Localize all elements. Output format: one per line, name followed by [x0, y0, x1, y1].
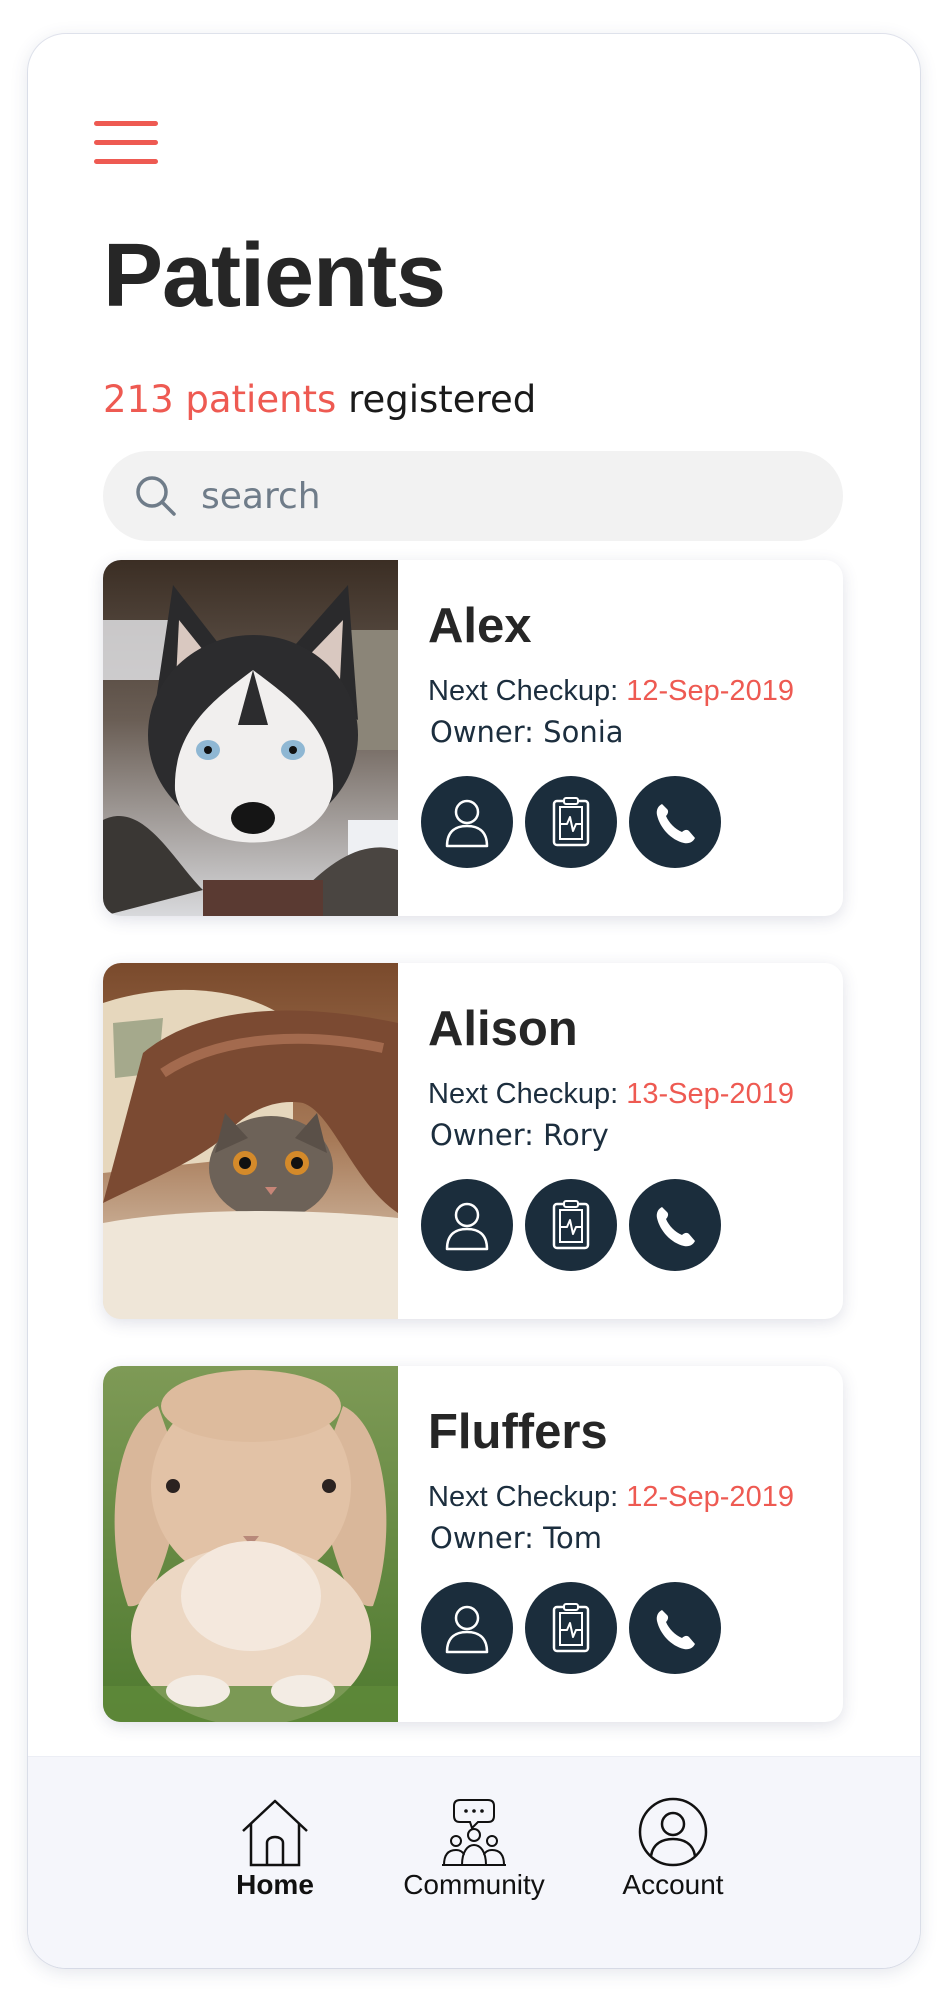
nav-label-home: Home: [236, 1869, 314, 1900]
patient-card[interactable]: Alex Next Checkup: 12-Sep-2019 Owner: So…: [103, 560, 843, 916]
next-checkup-label: Next Checkup:: [428, 675, 627, 707]
owner-profile-icon: [445, 799, 489, 848]
search-input[interactable]: [201, 451, 801, 541]
patient-count: 213 patients: [103, 378, 337, 421]
nav-item-account[interactable]: Account: [583, 1757, 763, 1917]
owner-name: Owner: Tom: [430, 1521, 602, 1555]
next-checkup: Next Checkup: 12-Sep-2019: [428, 1480, 794, 1514]
lop-rabbit-photo: [103, 1366, 398, 1722]
next-checkup: Next Checkup: 12-Sep-2019: [428, 674, 794, 708]
owner-profile-icon: [445, 1202, 489, 1251]
page-title: Patients: [103, 226, 446, 326]
app-screen: Patients 213 patients registered search …: [28, 34, 920, 1968]
pet-name: Fluffers: [428, 1405, 608, 1459]
owner-name: Owner: Rory: [430, 1118, 609, 1152]
patient-count-suffix: registered: [336, 378, 537, 421]
hamburger-menu-icon[interactable]: [94, 121, 158, 167]
nav-item-home[interactable]: Home: [185, 1757, 365, 1917]
account-icon: [638, 1797, 708, 1867]
cat-under-blanket-photo: [103, 963, 398, 1319]
community-icon: [442, 1799, 506, 1866]
next-checkup-label: Next Checkup:: [428, 1078, 627, 1110]
search-bar[interactable]: [103, 451, 843, 541]
bottom-nav: Home Community Account: [28, 1756, 920, 1968]
phone-icon: [656, 804, 695, 844]
nav-label-community: Community: [403, 1869, 545, 1900]
phone-icon: [656, 1207, 695, 1247]
medical-record-button[interactable]: [525, 776, 617, 868]
nav-item-community[interactable]: Community: [384, 1757, 564, 1917]
patient-count-text: 213 patients registered: [103, 378, 536, 422]
call-owner-button[interactable]: [629, 1582, 721, 1674]
nav-label-account: Account: [622, 1869, 724, 1900]
next-checkup: Next Checkup: 13-Sep-2019: [428, 1077, 794, 1111]
next-checkup-date: 12-Sep-2019: [626, 1481, 794, 1513]
husky-dog-photo: [103, 560, 398, 916]
owner-profile-button[interactable]: [421, 1582, 513, 1674]
next-checkup-date: 13-Sep-2019: [626, 1078, 794, 1110]
search-icon: [136, 476, 176, 516]
next-checkup-date: 12-Sep-2019: [626, 675, 794, 707]
medical-record-button[interactable]: [525, 1582, 617, 1674]
pet-name: Alex: [428, 599, 532, 653]
call-owner-button[interactable]: [629, 1179, 721, 1271]
pet-name: Alison: [428, 1002, 578, 1056]
next-checkup-label: Next Checkup:: [428, 1481, 627, 1513]
patient-card[interactable]: Fluffers Next Checkup: 12-Sep-2019 Owner…: [103, 1366, 843, 1722]
medical-record-icon: [552, 1603, 590, 1653]
owner-profile-button[interactable]: [421, 776, 513, 868]
owner-profile-icon: [445, 1605, 489, 1654]
call-owner-button[interactable]: [629, 776, 721, 868]
owner-profile-button[interactable]: [421, 1179, 513, 1271]
home-icon: [242, 1799, 308, 1867]
phone-icon: [656, 1610, 695, 1650]
medical-record-button[interactable]: [525, 1179, 617, 1271]
patient-card[interactable]: Alison Next Checkup: 13-Sep-2019 Owner: …: [103, 963, 843, 1319]
medical-record-icon: [552, 797, 590, 847]
owner-name: Owner: Sonia: [430, 715, 624, 749]
medical-record-icon: [552, 1200, 590, 1250]
